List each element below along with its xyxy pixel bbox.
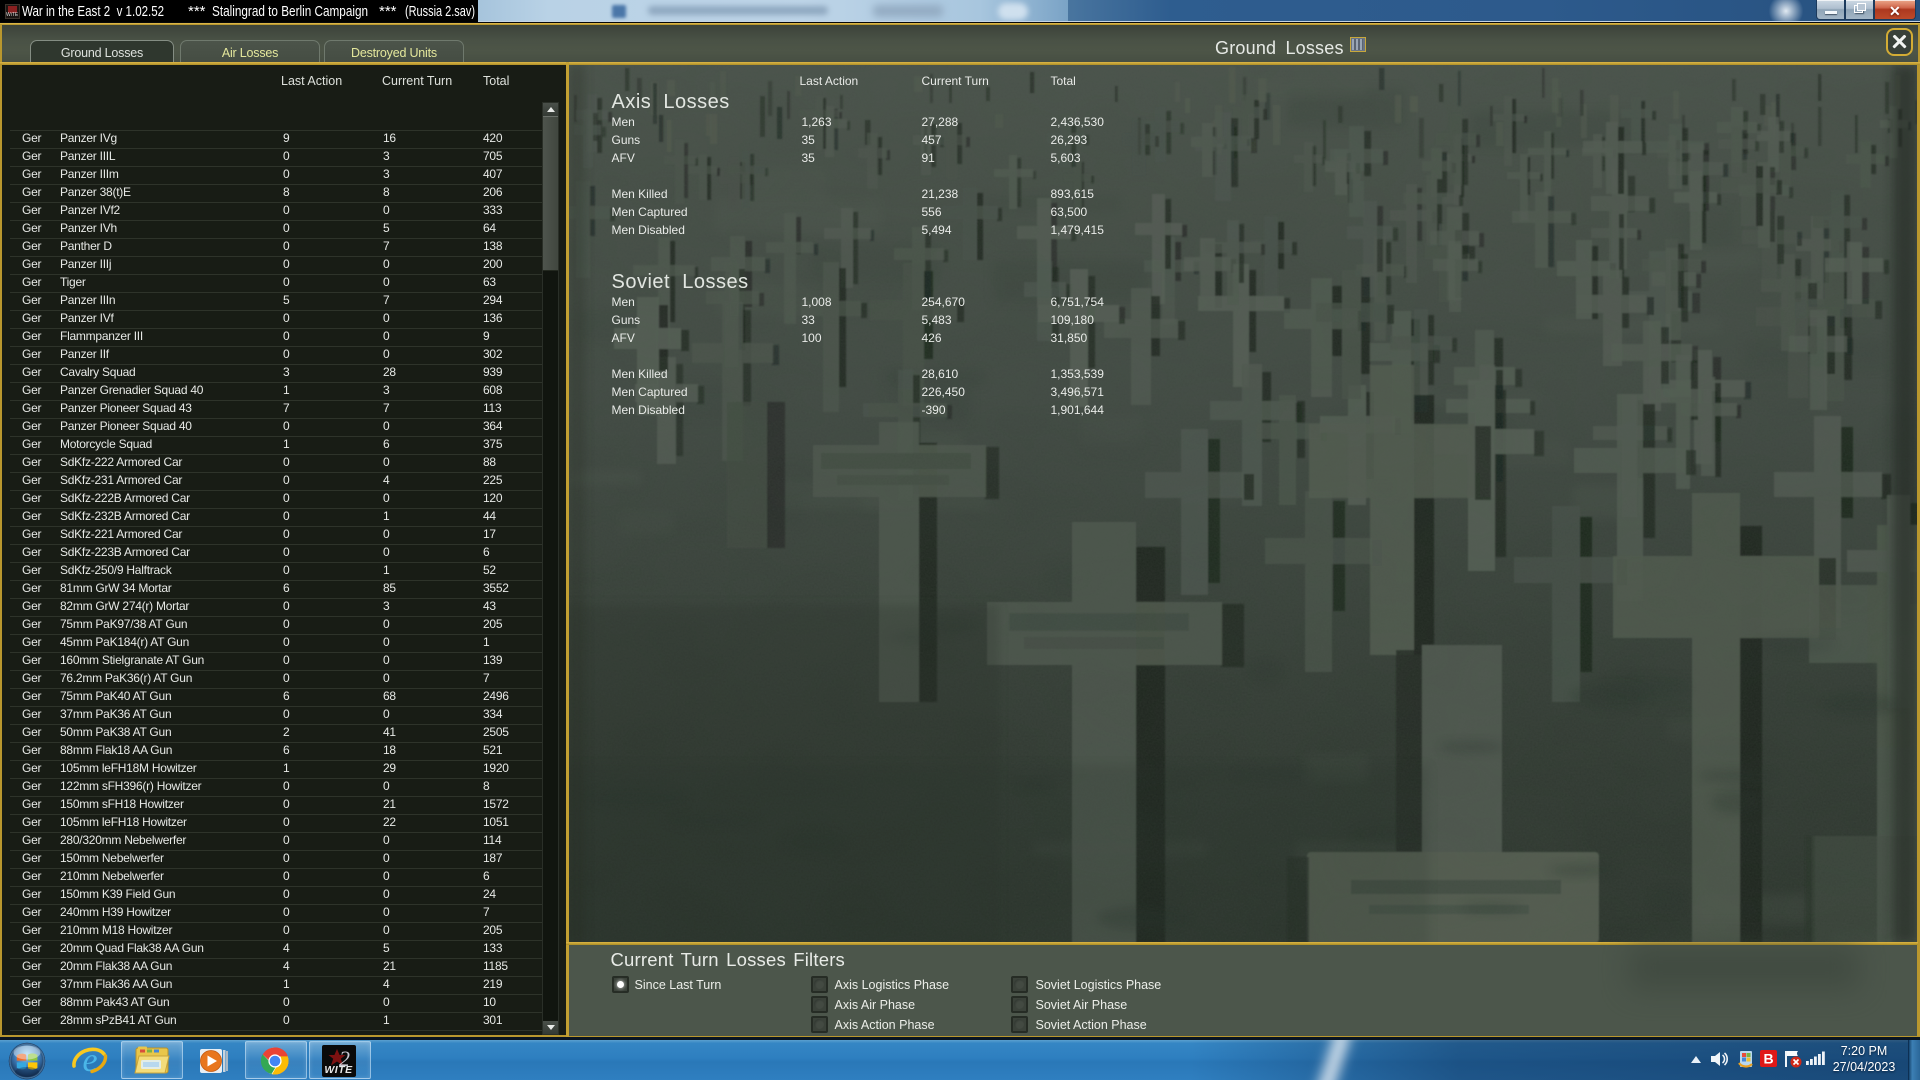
svg-text:WITE: WITE: [324, 1064, 353, 1076]
svg-text:B: B: [1763, 1051, 1773, 1067]
